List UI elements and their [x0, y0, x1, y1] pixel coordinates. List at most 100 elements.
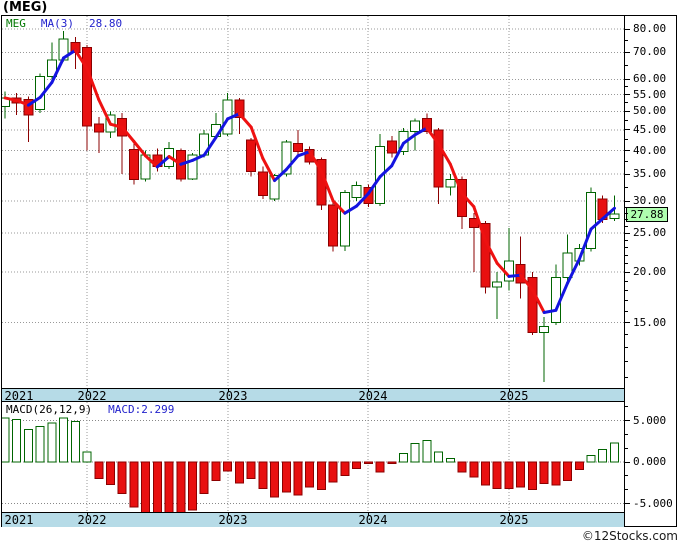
price-axis-minor-tick	[625, 255, 628, 256]
macd-axis-tick	[625, 420, 630, 421]
candlestick	[386, 140, 397, 154]
macd-bar	[105, 461, 115, 485]
year-tick	[509, 389, 510, 392]
price-axis-minor-tick	[625, 239, 628, 241]
price-axis-tick	[625, 200, 630, 202]
macd-axis-minor-tick	[625, 475, 628, 477]
price-axis-label: 15.00	[633, 315, 667, 329]
macd-bar	[574, 461, 584, 470]
price-axis-minor-tick	[625, 263, 628, 265]
macd-axis-tick	[625, 503, 630, 504]
macd-bar	[188, 461, 198, 511]
macd-bar	[445, 458, 455, 463]
macd-bar	[457, 461, 467, 473]
macd-bar	[2, 417, 10, 463]
macd-axis-minor-tick	[625, 447, 628, 449]
macd-chart-canvas	[2, 402, 624, 512]
candlestick	[246, 139, 257, 173]
price-axis-label: 55.00	[633, 87, 667, 101]
price-axis-label: 70.00	[633, 45, 667, 59]
macd-bar	[270, 461, 280, 498]
price-axis-minor-tick	[625, 119, 628, 121]
macd-bar	[481, 461, 491, 486]
macd-bar	[141, 461, 151, 512]
price-axis-tick	[625, 94, 630, 96]
price-chart-canvas	[2, 16, 624, 388]
legend-ma-value: 28.80	[89, 17, 123, 30]
macd-axis-tick	[625, 461, 630, 463]
macd-bar	[434, 451, 444, 463]
macd-bar	[387, 461, 397, 465]
price-axis-label: 20.00	[633, 265, 667, 279]
macd-bar	[59, 417, 69, 463]
price-axis-minor-tick	[625, 225, 628, 227]
candlestick	[539, 325, 550, 333]
price-axis-tick	[625, 51, 630, 53]
price-legend: MEG MA(3) 28.80	[6, 18, 122, 30]
macd-panel	[2, 402, 625, 512]
macd-bar	[94, 461, 104, 480]
year-tick	[228, 389, 229, 392]
price-axis-minor-tick	[625, 347, 628, 349]
ma-line-segment	[237, 112, 253, 129]
macd-bar	[328, 461, 338, 483]
macd-bar	[527, 461, 537, 490]
price-axis-minor-tick	[625, 247, 628, 249]
macd-bar	[211, 461, 221, 481]
price-axis-tick	[625, 28, 630, 30]
price-axis-minor-tick	[625, 186, 628, 188]
macd-bar	[586, 454, 596, 463]
macd-bar	[246, 461, 256, 480]
macd-bar	[152, 461, 162, 512]
candlestick	[93, 123, 104, 133]
price-axis-minor-tick	[625, 376, 628, 378]
price-axis-tick	[625, 78, 630, 80]
macd-bar	[469, 461, 479, 478]
year-tick	[368, 513, 369, 516]
macd-bar	[281, 461, 291, 493]
candlestick	[82, 46, 93, 127]
macd-bar	[410, 443, 420, 463]
macd-bar	[12, 419, 22, 463]
macd-bar	[352, 461, 362, 470]
year-label: 2023	[218, 513, 248, 527]
macd-bar	[258, 461, 268, 490]
year-label: 2021	[4, 389, 34, 403]
candlestick	[609, 213, 620, 219]
price-axis-tick	[625, 232, 630, 234]
macd-params-label: MACD(26,12,9)	[6, 403, 93, 416]
macd-bar	[375, 461, 385, 473]
candlestick	[445, 179, 456, 188]
last-price-badge: 27.88	[626, 206, 668, 222]
price-axis-minor-tick	[625, 86, 628, 88]
year-label: 2025	[499, 513, 529, 527]
price-axis-label: 60.00	[633, 72, 667, 86]
macd-bar	[234, 461, 244, 484]
macd-bar	[340, 461, 350, 476]
year-label: 2022	[77, 389, 107, 403]
price-axis-label: 25.00	[633, 226, 667, 240]
candlestick	[492, 281, 503, 288]
price-axis-label: 30.00	[633, 194, 667, 208]
price-axis-minor-tick	[625, 212, 628, 214]
macd-bar	[117, 461, 127, 495]
candlestick	[293, 143, 303, 152]
price-axis-label: 40.00	[633, 143, 667, 157]
price-axis-minor-tick	[625, 139, 628, 141]
candlestick	[257, 171, 268, 196]
macd-bar	[398, 453, 408, 463]
macd-bar	[316, 461, 326, 490]
x-axis-band-top: 2021 2022 2023 2024 2025	[2, 388, 625, 402]
price-axis-tick	[625, 173, 630, 175]
price-axis-minor-tick	[625, 310, 628, 312]
macd-bar	[176, 461, 186, 512]
price-axis-minor-tick	[625, 64, 628, 66]
x-axis-band-bottom: 2021 2022 2023 2024 2025	[2, 512, 625, 527]
macd-bar	[129, 461, 139, 508]
macd-axis-minor-tick	[625, 433, 628, 435]
macd-bar	[35, 425, 45, 463]
price-axis-minor-tick	[625, 300, 628, 302]
price-axis-minor-tick	[625, 334, 628, 336]
year-label: 2023	[218, 389, 248, 403]
price-axis-tick	[625, 129, 630, 131]
